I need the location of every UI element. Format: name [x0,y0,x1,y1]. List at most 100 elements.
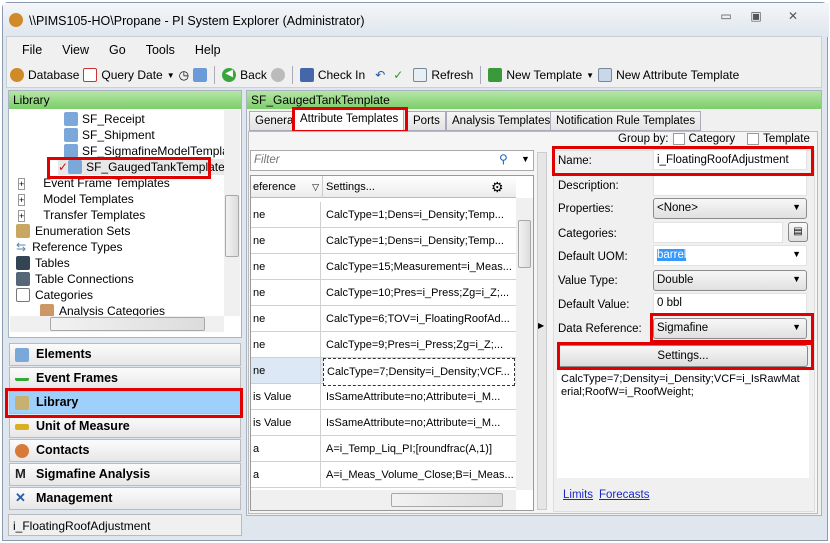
tab-notification-rule-templates[interactable]: Notification Rule Templates [550,111,702,131]
undo-checkout-icon[interactable]: ↶ [375,68,385,82]
column-settings-gear-icon[interactable]: ⚙ [491,176,504,198]
table-row[interactable]: a A=i_Temp_Liq_PI;[roundfrac(A,1)] [251,436,516,462]
menu-help[interactable]: Help [195,43,221,57]
tree-item-sf-sigmafine-model-template[interactable]: SF_SigmafineModelTemplate [64,143,239,159]
sort-dropdown-icon[interactable]: ▽ [312,176,319,198]
nav-unit-of-measure[interactable]: Unit of Measure [9,415,241,438]
splitter-handle[interactable]: ▶ [537,152,547,510]
query-date-dropdown-icon[interactable]: ▼ [167,71,175,80]
description-field[interactable] [653,175,807,196]
data-reference-cell: ne [251,306,321,332]
forecasts-link[interactable]: Forecasts [599,489,650,501]
back-button[interactable]: Back [240,68,267,82]
table-row[interactable]: is Value IsSameAttribute=no;Attribute=i_M… [251,384,516,410]
checkmark-icon[interactable]: ✓ [393,68,403,82]
column-header-settings[interactable]: Settings... [326,176,375,198]
nav-library[interactable]: Library [9,391,241,414]
tree-item-sf-shipment[interactable]: SF_Shipment [64,127,155,143]
nav-contacts[interactable]: Contacts [9,439,241,462]
properties-dropdown[interactable]: <None> ▼ [653,198,807,219]
menu-go[interactable]: Go [109,43,126,57]
refresh-button[interactable]: Refresh [431,68,473,82]
name-field[interactable] [653,149,807,170]
forward-icon[interactable] [270,68,285,82]
check-in-button[interactable]: Check In [318,68,365,82]
checked-out-icon: ✓ [58,160,69,174]
tree-item-tables[interactable]: Tables [16,255,70,271]
default-value-field[interactable]: 0 bbl [653,293,807,314]
tree-item-event-frame-templates[interactable]: + Event Frame Templates [18,175,170,191]
config-string-text: CalcType=7;Density=i_Density;VCF=i_IsRaw… [557,370,809,478]
column-header-data-reference[interactable]: eference ▽ [253,176,323,198]
categories-field[interactable] [653,222,783,243]
grid-horizontal-scrollbar[interactable] [251,490,516,510]
menu-file[interactable]: File [22,43,42,57]
search-database-icon[interactable] [193,68,208,82]
scroll-thumb[interactable] [391,493,503,507]
tree-horizontal-scrollbar[interactable] [10,316,224,332]
new-template-dropdown-icon[interactable]: ▼ [586,71,594,80]
table-row[interactable]: ne CalcType=7;Density=i_Density;VCF... [251,358,516,386]
tree-item-table-connections[interactable]: Table Connections [16,271,134,287]
tree-vertical-scrollbar[interactable] [224,110,240,316]
value-type-dropdown[interactable]: Double ▼ [653,270,807,291]
table-row[interactable]: ne CalcType=1;Dens=i_Density;Temp... [251,202,516,228]
tree-item-sf-receipt[interactable]: SF_Receipt [64,111,145,127]
expand-icon[interactable]: + [18,178,26,190]
categories-browse-button[interactable]: ▤ [788,222,808,242]
contacts-icon [15,444,29,458]
category-checkbox[interactable] [672,133,685,145]
new-attribute-template-button[interactable]: New Attribute Template [616,68,739,82]
tree-item-enumeration-sets[interactable]: Enumeration Sets [16,223,130,239]
tab-ports[interactable]: Ports [407,111,446,131]
default-uom-dropdown[interactable]: barrel ▼ [653,245,807,266]
tree-item-categories[interactable]: Categories [16,287,93,303]
table-row[interactable]: ne CalcType=1;Dens=i_Density;Temp... [251,228,516,254]
menu-view[interactable]: View [62,43,89,57]
new-template-button[interactable]: New Template [506,68,582,82]
settings-button[interactable]: Settings... [558,345,808,367]
template-checkbox[interactable] [747,133,760,145]
tab-analysis-templates[interactable]: Analysis Templates [446,111,557,131]
clock-icon[interactable]: ◷ [179,68,189,82]
scroll-thumb[interactable] [518,220,531,268]
nav-management[interactable]: ✕ Management [9,487,241,510]
table-row[interactable]: is Value IsSameAttribute=no;Attribute=i_M… [251,410,516,436]
menu-tools[interactable]: Tools [146,43,175,57]
limits-link[interactable]: Limits [563,489,593,501]
close-button[interactable]: ✕ [773,9,813,27]
chevron-down-icon: ▼ [792,322,801,332]
table-row[interactable]: ne CalcType=6;TOV=i_FloatingRoofAd... [251,306,516,332]
grid-vertical-scrollbar[interactable] [516,198,533,490]
tree-label: Table Connections [35,272,134,286]
table-row[interactable]: a A=i_Meas_Volume_Close;B=i_Meas... [251,462,516,488]
nav-elements[interactable]: Elements [9,343,241,366]
settings-cell: CalcType=10;Pres=i_Press;Zg=i_Z;... [326,287,510,299]
database-button[interactable]: Database [28,68,79,82]
element-template-icon [64,112,78,126]
table-row[interactable]: ne CalcType=9;Pres=i_Press;Zg=i_Z;... [251,332,516,358]
refresh-icon [413,68,428,82]
data-reference-cell: a [251,436,321,462]
filter-dropdown-icon[interactable]: ▼ [521,154,530,164]
filter-input[interactable] [251,151,481,169]
tab-attribute-templates[interactable]: Attribute Templates [294,109,405,132]
table-row[interactable]: ne CalcType=10;Pres=i_Press;Zg=i_Z;... [251,280,516,306]
nav-sigmafine-analysis[interactable]: M Sigmafine Analysis [9,463,241,486]
tree-item-transfer-templates[interactable]: + Transfer Templates [18,207,145,223]
query-date-button[interactable]: Query Date [101,68,162,82]
table-row[interactable]: ne CalcType=15;Measurement=i_Meas... [251,254,516,280]
expand-icon[interactable]: + [18,194,26,206]
maximize-button[interactable]: ▣ [743,9,769,27]
nav-event-frames[interactable]: Event Frames [9,367,241,390]
search-icon[interactable]: ⚲ [499,152,508,166]
tree-item-reference-types[interactable]: ⇆ Reference Types [16,239,123,255]
tree-label: Categories [35,288,94,302]
expand-icon[interactable]: + [18,210,26,222]
scroll-thumb[interactable] [225,195,239,257]
scroll-thumb[interactable] [50,317,205,331]
data-reference-dropdown[interactable]: Sigmafine ▼ [653,318,807,339]
tree-item-sf-gauged-tank-template[interactable]: ✓ SF_GaugedTankTemplate [58,159,229,175]
minimize-button[interactable]: ▭ [713,9,739,27]
tree-item-model-templates[interactable]: + Model Templates [18,191,134,207]
